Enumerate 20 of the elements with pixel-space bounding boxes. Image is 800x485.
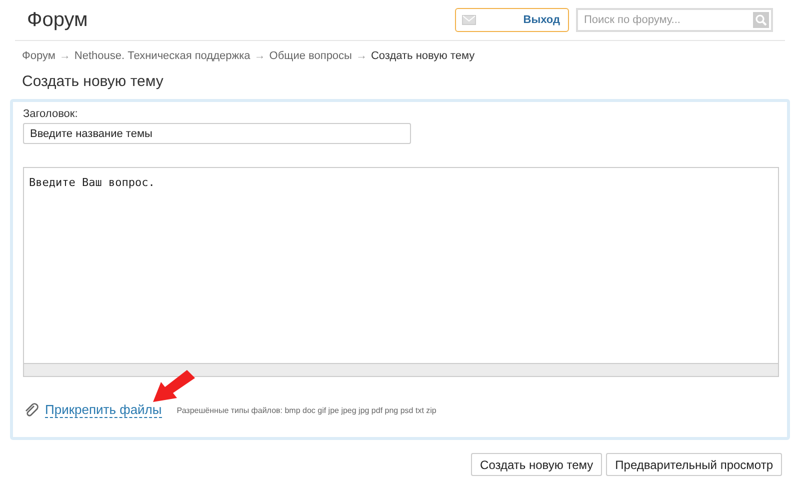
allowed-file-types: Разрешённые типы файлов: bmp doc gif jpe jpeg jpg pdf png psd txt zip [176,406,436,414]
breadcrumb-link[interactable]: Общие вопросы [269,50,352,62]
breadcrumb-separator: → [59,50,70,62]
page-heading: Создать новую тему [22,73,164,90]
attach-files-link[interactable]: Прикрепить файлы [45,402,162,418]
paperclip-icon [23,402,39,418]
breadcrumb-separator: → [254,50,266,62]
logout-button[interactable]: Выход [455,8,569,32]
subject-label: Заголовок: [23,108,79,120]
envelope-icon [462,15,476,25]
subject-field[interactable]: Введите название темы [23,123,411,144]
breadcrumb-link[interactable]: Форум [22,50,56,62]
create-topic-button[interactable]: Создать новую тему [471,453,602,476]
search-icon[interactable] [753,12,769,28]
forum-title: Форум [27,8,89,32]
breadcrumb-link[interactable]: Nethouse. Техническая поддержка [74,50,250,62]
breadcrumb-separator: → [356,50,367,62]
pointer-arrow-icon [153,368,197,404]
search-box[interactable]: Поиск по форуму... [576,8,773,32]
preview-button[interactable]: Предварительный просмотр [606,453,782,476]
